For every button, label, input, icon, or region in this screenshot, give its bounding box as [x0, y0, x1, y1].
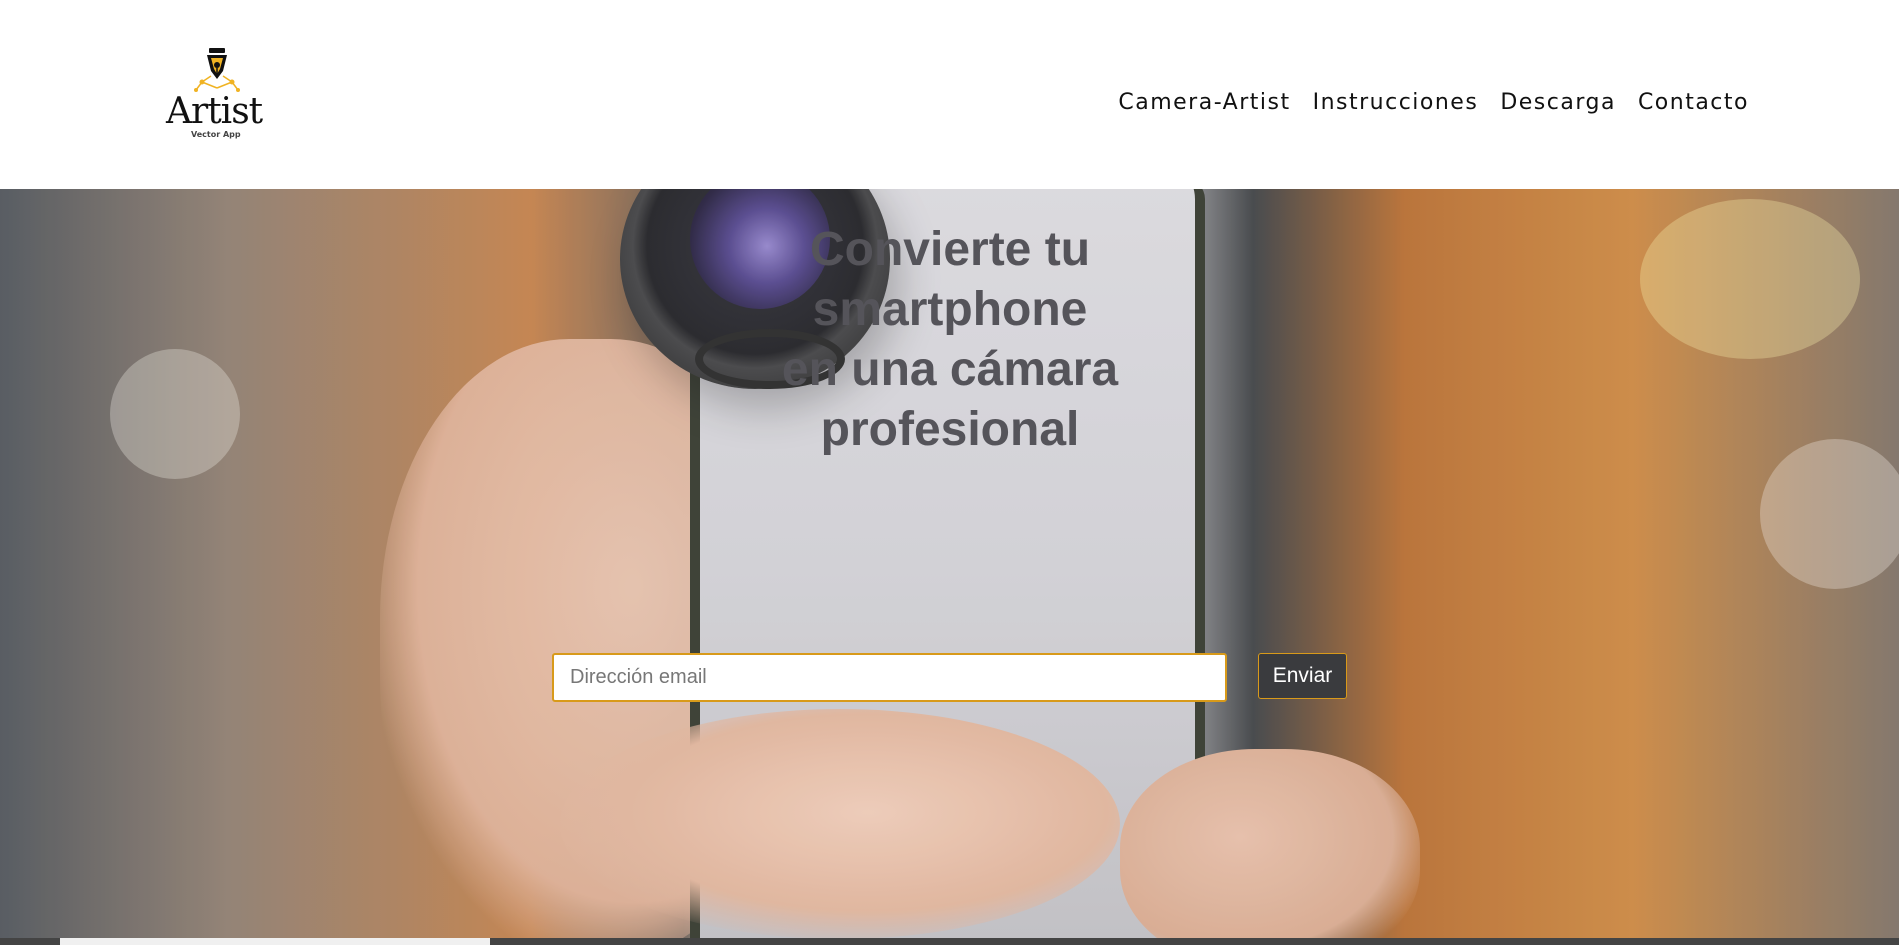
submit-button[interactable]: Enviar	[1258, 653, 1347, 699]
email-input[interactable]	[552, 653, 1227, 702]
headline-line: en una cámara	[781, 343, 1119, 396]
headline-line: profesional	[820, 403, 1080, 456]
logo[interactable]: Artist Vector App	[162, 46, 272, 146]
logo-wordmark: Artist	[166, 91, 263, 132]
pen-nib-icon	[194, 48, 240, 92]
site-header: Artist Vector App Camera-Artist Instrucc…	[0, 0, 1899, 189]
bottom-scroll-indicator	[0, 938, 1899, 945]
headline-line: smartphone	[812, 283, 1088, 336]
nav-item-instrucciones[interactable]: Instrucciones	[1313, 90, 1479, 115]
main-nav: Camera-Artist Instrucciones Descarga Con…	[1118, 90, 1749, 115]
logo-subtitle: Vector App	[191, 130, 241, 139]
nav-item-camera-artist[interactable]: Camera-Artist	[1118, 90, 1290, 115]
nav-item-contacto[interactable]: Contacto	[1638, 90, 1749, 115]
scroll-indicator-segment	[60, 938, 490, 945]
nav-item-descarga[interactable]: Descarga	[1500, 90, 1616, 115]
hero-headline: Convierte tu smartphone en una cámara pr…	[740, 220, 1160, 460]
headline-line: Convierte tu	[809, 223, 1091, 276]
